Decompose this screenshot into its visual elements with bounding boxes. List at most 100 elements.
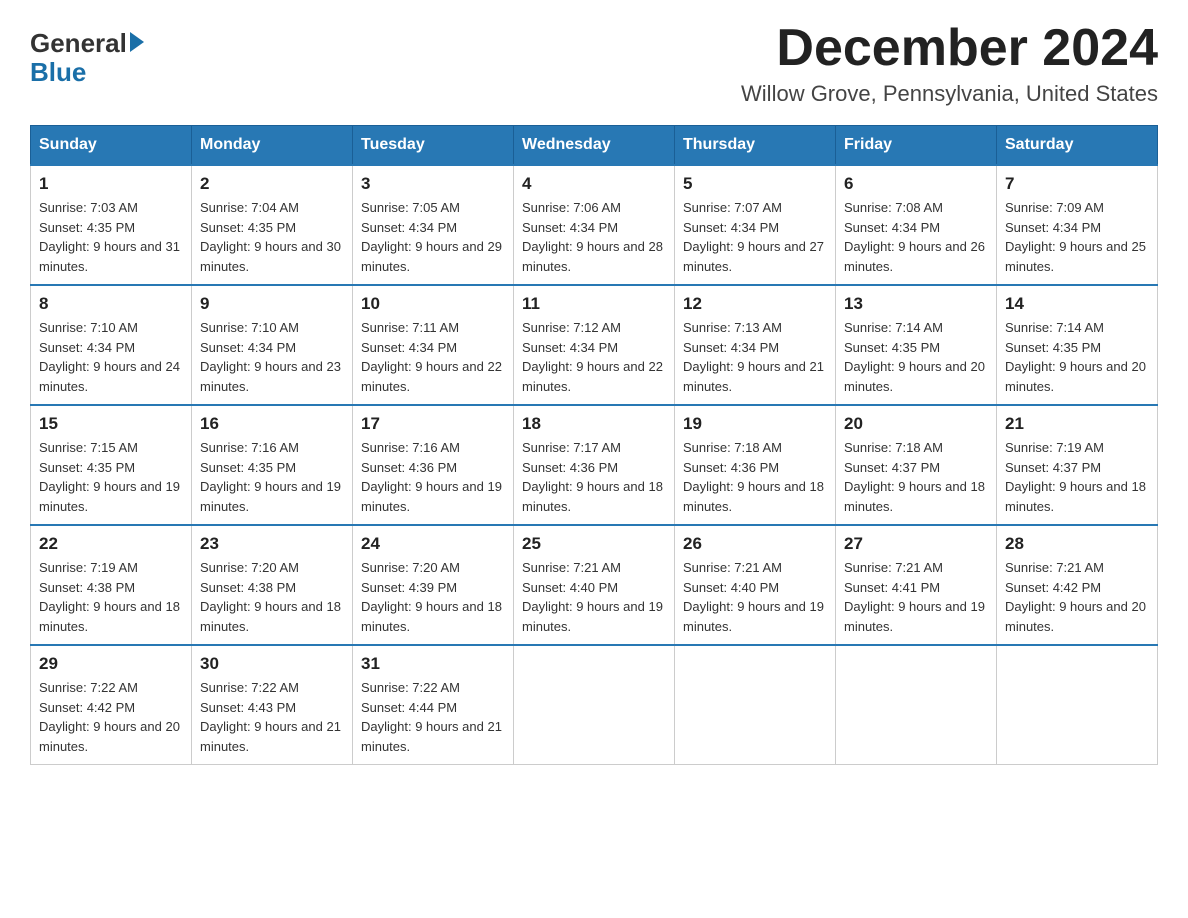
table-row: 12 Sunrise: 7:13 AMSunset: 4:34 PMDaylig… xyxy=(675,285,836,405)
day-number: 13 xyxy=(844,294,988,314)
table-row: 2 Sunrise: 7:04 AMSunset: 4:35 PMDayligh… xyxy=(192,165,353,285)
week-row-2: 8 Sunrise: 7:10 AMSunset: 4:34 PMDayligh… xyxy=(31,285,1158,405)
table-row: 4 Sunrise: 7:06 AMSunset: 4:34 PMDayligh… xyxy=(514,165,675,285)
day-number: 7 xyxy=(1005,174,1149,194)
day-number: 31 xyxy=(361,654,505,674)
header-monday: Monday xyxy=(192,126,353,166)
day-info: Sunrise: 7:19 AMSunset: 4:38 PMDaylight:… xyxy=(39,558,183,636)
table-row xyxy=(675,645,836,765)
day-number: 5 xyxy=(683,174,827,194)
day-number: 21 xyxy=(1005,414,1149,434)
table-row: 29 Sunrise: 7:22 AMSunset: 4:42 PMDaylig… xyxy=(31,645,192,765)
day-number: 22 xyxy=(39,534,183,554)
table-row: 9 Sunrise: 7:10 AMSunset: 4:34 PMDayligh… xyxy=(192,285,353,405)
week-row-3: 15 Sunrise: 7:15 AMSunset: 4:35 PMDaylig… xyxy=(31,405,1158,525)
day-info: Sunrise: 7:08 AMSunset: 4:34 PMDaylight:… xyxy=(844,198,988,276)
day-info: Sunrise: 7:09 AMSunset: 4:34 PMDaylight:… xyxy=(1005,198,1149,276)
week-row-4: 22 Sunrise: 7:19 AMSunset: 4:38 PMDaylig… xyxy=(31,525,1158,645)
table-row: 14 Sunrise: 7:14 AMSunset: 4:35 PMDaylig… xyxy=(997,285,1158,405)
table-row: 28 Sunrise: 7:21 AMSunset: 4:42 PMDaylig… xyxy=(997,525,1158,645)
day-number: 28 xyxy=(1005,534,1149,554)
table-row: 23 Sunrise: 7:20 AMSunset: 4:38 PMDaylig… xyxy=(192,525,353,645)
day-number: 2 xyxy=(200,174,344,194)
day-info: Sunrise: 7:21 AMSunset: 4:41 PMDaylight:… xyxy=(844,558,988,636)
month-title: December 2024 xyxy=(741,20,1158,77)
calendar-body: 1 Sunrise: 7:03 AMSunset: 4:35 PMDayligh… xyxy=(31,165,1158,765)
day-info: Sunrise: 7:16 AMSunset: 4:35 PMDaylight:… xyxy=(200,438,344,516)
day-number: 8 xyxy=(39,294,183,314)
table-row: 15 Sunrise: 7:15 AMSunset: 4:35 PMDaylig… xyxy=(31,405,192,525)
table-row xyxy=(514,645,675,765)
table-row: 16 Sunrise: 7:16 AMSunset: 4:35 PMDaylig… xyxy=(192,405,353,525)
table-row: 26 Sunrise: 7:21 AMSunset: 4:40 PMDaylig… xyxy=(675,525,836,645)
table-row xyxy=(997,645,1158,765)
calendar-header: SundayMondayTuesdayWednesdayThursdayFrid… xyxy=(31,126,1158,166)
day-info: Sunrise: 7:20 AMSunset: 4:38 PMDaylight:… xyxy=(200,558,344,636)
day-number: 16 xyxy=(200,414,344,434)
day-info: Sunrise: 7:11 AMSunset: 4:34 PMDaylight:… xyxy=(361,318,505,396)
day-info: Sunrise: 7:21 AMSunset: 4:42 PMDaylight:… xyxy=(1005,558,1149,636)
day-number: 23 xyxy=(200,534,344,554)
day-info: Sunrise: 7:06 AMSunset: 4:34 PMDaylight:… xyxy=(522,198,666,276)
day-number: 14 xyxy=(1005,294,1149,314)
header: General Blue December 2024 Willow Grove,… xyxy=(30,20,1158,107)
table-row: 8 Sunrise: 7:10 AMSunset: 4:34 PMDayligh… xyxy=(31,285,192,405)
logo: General Blue xyxy=(30,28,144,88)
day-number: 30 xyxy=(200,654,344,674)
day-number: 11 xyxy=(522,294,666,314)
logo-general-text: General xyxy=(30,28,127,59)
table-row: 5 Sunrise: 7:07 AMSunset: 4:34 PMDayligh… xyxy=(675,165,836,285)
day-number: 20 xyxy=(844,414,988,434)
day-info: Sunrise: 7:16 AMSunset: 4:36 PMDaylight:… xyxy=(361,438,505,516)
table-row: 17 Sunrise: 7:16 AMSunset: 4:36 PMDaylig… xyxy=(353,405,514,525)
logo-arrow-icon xyxy=(130,32,144,52)
table-row: 27 Sunrise: 7:21 AMSunset: 4:41 PMDaylig… xyxy=(836,525,997,645)
calendar-table: SundayMondayTuesdayWednesdayThursdayFrid… xyxy=(30,125,1158,765)
table-row: 18 Sunrise: 7:17 AMSunset: 4:36 PMDaylig… xyxy=(514,405,675,525)
day-info: Sunrise: 7:15 AMSunset: 4:35 PMDaylight:… xyxy=(39,438,183,516)
day-number: 6 xyxy=(844,174,988,194)
week-row-5: 29 Sunrise: 7:22 AMSunset: 4:42 PMDaylig… xyxy=(31,645,1158,765)
table-row: 19 Sunrise: 7:18 AMSunset: 4:36 PMDaylig… xyxy=(675,405,836,525)
table-row: 6 Sunrise: 7:08 AMSunset: 4:34 PMDayligh… xyxy=(836,165,997,285)
title-area: December 2024 Willow Grove, Pennsylvania… xyxy=(741,20,1158,107)
day-info: Sunrise: 7:12 AMSunset: 4:34 PMDaylight:… xyxy=(522,318,666,396)
location-title: Willow Grove, Pennsylvania, United State… xyxy=(741,81,1158,107)
day-number: 27 xyxy=(844,534,988,554)
day-number: 25 xyxy=(522,534,666,554)
day-info: Sunrise: 7:18 AMSunset: 4:37 PMDaylight:… xyxy=(844,438,988,516)
day-info: Sunrise: 7:14 AMSunset: 4:35 PMDaylight:… xyxy=(1005,318,1149,396)
day-info: Sunrise: 7:22 AMSunset: 4:42 PMDaylight:… xyxy=(39,678,183,756)
day-info: Sunrise: 7:14 AMSunset: 4:35 PMDaylight:… xyxy=(844,318,988,396)
day-number: 18 xyxy=(522,414,666,434)
header-thursday: Thursday xyxy=(675,126,836,166)
day-number: 4 xyxy=(522,174,666,194)
day-info: Sunrise: 7:17 AMSunset: 4:36 PMDaylight:… xyxy=(522,438,666,516)
table-row xyxy=(836,645,997,765)
day-info: Sunrise: 7:07 AMSunset: 4:34 PMDaylight:… xyxy=(683,198,827,276)
table-row: 10 Sunrise: 7:11 AMSunset: 4:34 PMDaylig… xyxy=(353,285,514,405)
day-info: Sunrise: 7:22 AMSunset: 4:44 PMDaylight:… xyxy=(361,678,505,756)
table-row: 3 Sunrise: 7:05 AMSunset: 4:34 PMDayligh… xyxy=(353,165,514,285)
table-row: 1 Sunrise: 7:03 AMSunset: 4:35 PMDayligh… xyxy=(31,165,192,285)
table-row: 21 Sunrise: 7:19 AMSunset: 4:37 PMDaylig… xyxy=(997,405,1158,525)
day-number: 24 xyxy=(361,534,505,554)
table-row: 20 Sunrise: 7:18 AMSunset: 4:37 PMDaylig… xyxy=(836,405,997,525)
table-row: 24 Sunrise: 7:20 AMSunset: 4:39 PMDaylig… xyxy=(353,525,514,645)
day-info: Sunrise: 7:22 AMSunset: 4:43 PMDaylight:… xyxy=(200,678,344,756)
day-number: 26 xyxy=(683,534,827,554)
day-number: 3 xyxy=(361,174,505,194)
day-number: 10 xyxy=(361,294,505,314)
header-row: SundayMondayTuesdayWednesdayThursdayFrid… xyxy=(31,126,1158,166)
logo-blue-text: Blue xyxy=(30,57,86,88)
day-info: Sunrise: 7:13 AMSunset: 4:34 PMDaylight:… xyxy=(683,318,827,396)
day-number: 29 xyxy=(39,654,183,674)
header-sunday: Sunday xyxy=(31,126,192,166)
day-info: Sunrise: 7:03 AMSunset: 4:35 PMDaylight:… xyxy=(39,198,183,276)
day-info: Sunrise: 7:19 AMSunset: 4:37 PMDaylight:… xyxy=(1005,438,1149,516)
day-info: Sunrise: 7:10 AMSunset: 4:34 PMDaylight:… xyxy=(39,318,183,396)
day-number: 17 xyxy=(361,414,505,434)
day-info: Sunrise: 7:21 AMSunset: 4:40 PMDaylight:… xyxy=(522,558,666,636)
table-row: 30 Sunrise: 7:22 AMSunset: 4:43 PMDaylig… xyxy=(192,645,353,765)
header-friday: Friday xyxy=(836,126,997,166)
